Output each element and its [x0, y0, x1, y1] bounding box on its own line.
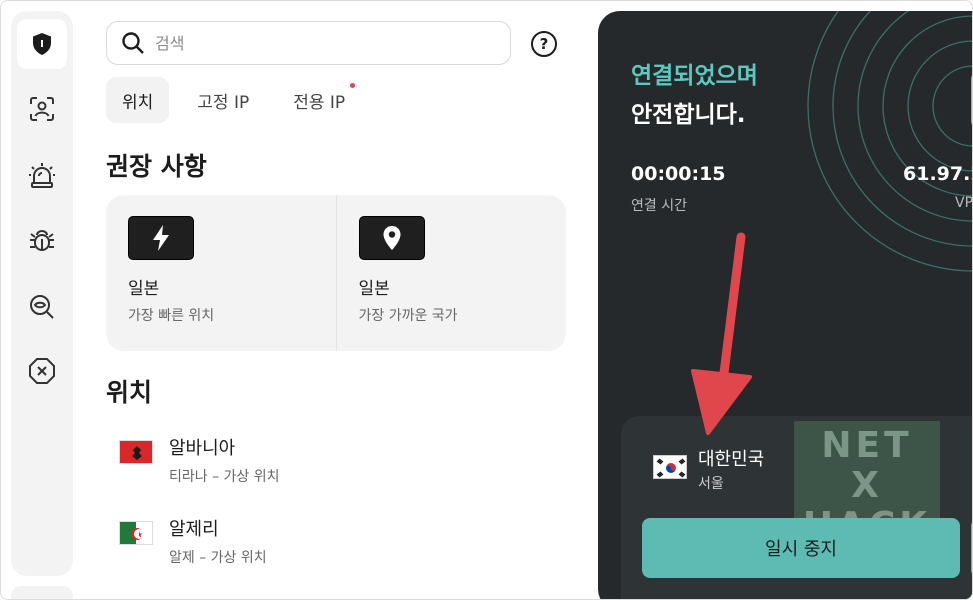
tab-label: 위치: [122, 92, 154, 113]
recommended-name: 일본: [128, 279, 160, 299]
recommended-title: 권장 사항: [106, 152, 207, 181]
shield-icon: [33, 33, 51, 55]
sidebar-item-bug[interactable]: [26, 225, 58, 257]
location-pin-icon: [358, 216, 425, 260]
notification-dot: [350, 83, 356, 88]
list-item[interactable]: 알바니아 티라나 – 가상 위치: [119, 434, 280, 486]
destination-city: 서울: [698, 476, 724, 492]
south-korea-flag-icon: [653, 455, 687, 479]
tab-dedicated-ip[interactable]: 전용 IP: [277, 77, 361, 123]
tab-static-ip[interactable]: 고정 IP: [181, 77, 265, 123]
sidebar-item-block[interactable]: [26, 355, 58, 387]
bug-icon: [30, 230, 54, 251]
search-box[interactable]: [106, 21, 511, 65]
destination-country: 대한민국: [698, 449, 765, 470]
magnify-scan-icon: [30, 295, 54, 319]
status-line-secure: 안전합니다.: [631, 102, 746, 128]
tab-label: 전용 IP: [293, 92, 346, 113]
alarm-icon: [29, 163, 55, 188]
location-tabs: 위치 고정 IP 전용 IP: [106, 77, 373, 123]
location-sub: 알제 – 가상 위치: [169, 550, 267, 566]
tab-label: 고정 IP: [197, 92, 250, 113]
search-icon: [122, 32, 144, 54]
tab-location[interactable]: 위치: [106, 77, 170, 123]
pause-button-label: 일시 중지: [765, 539, 837, 560]
help-icon[interactable]: ?: [531, 31, 557, 57]
sidebar-item-shield[interactable]: [17, 19, 67, 69]
app-window: ? 위치 고정 IP 전용 IP 권장 사항 일본 가장 빠른 위치 일본 가장…: [0, 0, 973, 600]
recommended-sub: 가장 빠른 위치: [128, 308, 215, 324]
albania-flag-icon: [119, 440, 153, 464]
recommended-cards: 일본 가장 빠른 위치 일본 가장 가까운 국가: [106, 195, 566, 351]
sidebar-item-search-scan[interactable]: [26, 291, 58, 323]
face-scan-icon: [30, 97, 54, 121]
locations-title: 위치: [106, 378, 153, 407]
recommended-sub: 가장 가까운 국가: [358, 308, 458, 324]
sidebar-item-alarm[interactable]: [26, 159, 58, 191]
algeria-flag-icon: [119, 521, 153, 545]
block-icon: [29, 358, 55, 384]
location-name: 알바니아: [169, 438, 236, 459]
lightning-icon: [128, 216, 194, 260]
location-sub: 티라나 – 가상 위치: [169, 469, 280, 485]
help-glyph: ?: [539, 35, 549, 53]
search-input[interactable]: [155, 33, 485, 53]
pause-button[interactable]: 일시 중지: [642, 518, 960, 578]
status-line-connected: 연결되었으며: [631, 63, 758, 89]
recommended-fastest-card[interactable]: 일본 가장 빠른 위치: [106, 195, 336, 351]
recommended-nearest-card[interactable]: 일본 가장 가까운 국가: [335, 195, 567, 351]
connection-time-value: 00:00:15: [631, 163, 726, 185]
connection-panel: 연결되었으며 안전합니다. 00:00:15 연결 시간 61.97.2 VP …: [598, 11, 973, 599]
vpn-ip-value: 61.97.2: [903, 163, 972, 185]
watermark-line: X: [851, 465, 883, 506]
vpn-ip-label: VP: [955, 195, 973, 211]
connection-time-label: 연결 시간: [631, 198, 687, 214]
destination-card: NET X HACK 대한민국 서울 일: [621, 416, 972, 599]
sidebar-bottom: [11, 586, 73, 599]
recommended-name: 일본: [358, 279, 390, 299]
sidebar-item-face-scan[interactable]: [26, 93, 58, 125]
sidebar: [11, 11, 73, 576]
watermark-line: NET: [821, 425, 913, 466]
list-item[interactable]: 알제리 알제 – 가상 위치: [119, 515, 267, 567]
location-name: 알제리: [169, 519, 219, 540]
